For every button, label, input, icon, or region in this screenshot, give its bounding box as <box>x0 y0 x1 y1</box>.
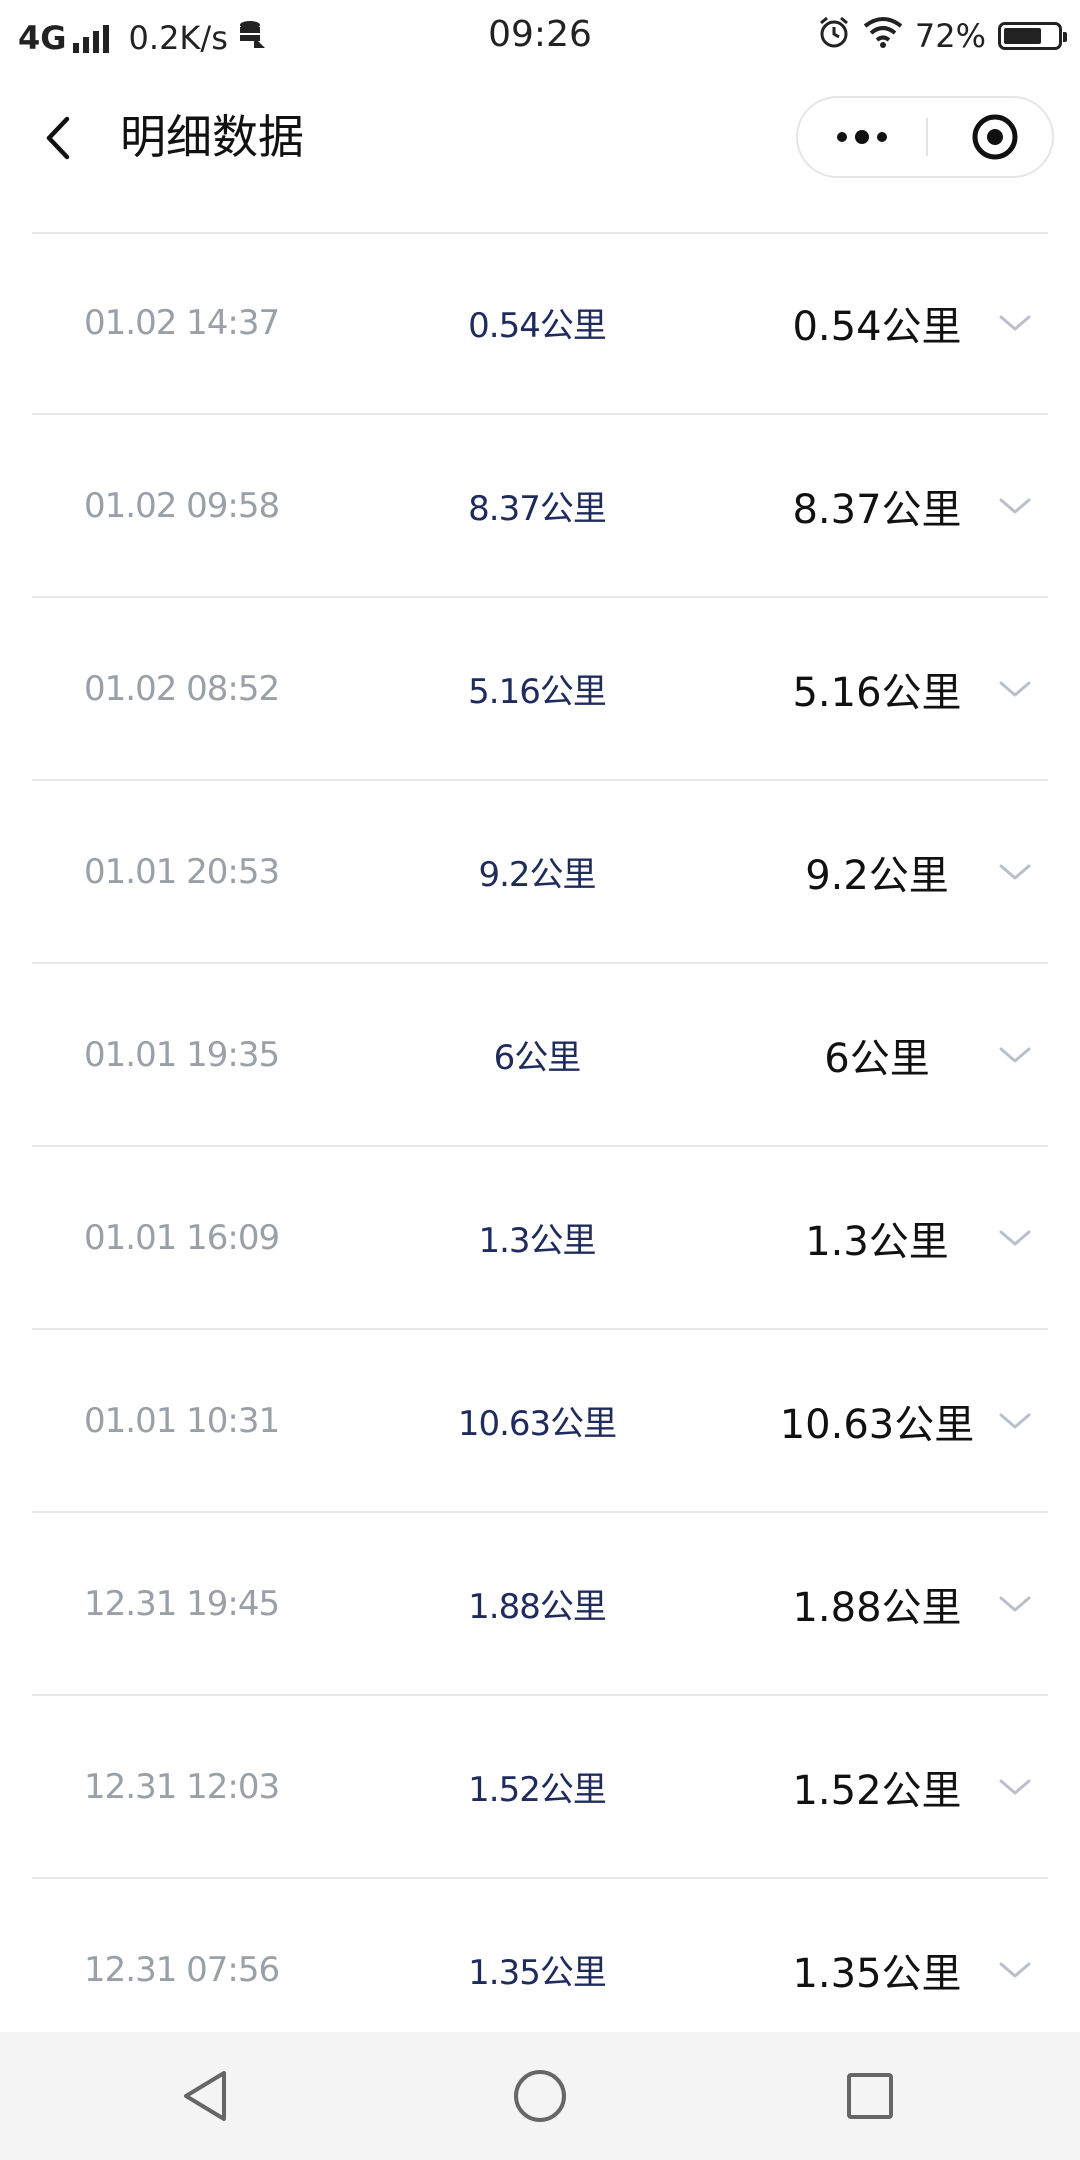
record-time: 12.31 19:45 <box>84 1583 280 1624</box>
record-distance: 1.88公里 <box>468 1587 607 1627</box>
record-distance: 1.3公里 <box>478 1221 596 1261</box>
record-distance: 9.2公里 <box>478 855 596 895</box>
status-right: 72% <box>817 14 1067 58</box>
record-time: 12.31 12:03 <box>84 1766 280 1807</box>
capsule-divider <box>926 118 928 156</box>
battery-icon <box>998 22 1067 50</box>
record-time: 01.02 09:58 <box>84 485 280 526</box>
record-row[interactable]: 01.02 09:58 8.37公里 8.37公里 <box>32 415 1048 598</box>
more-dots-icon <box>837 130 887 144</box>
system-back-button[interactable] <box>146 2032 266 2160</box>
triangle-back-icon <box>184 2071 226 2121</box>
record-row[interactable]: 01.01 20:53 9.2公里 9.2公里 <box>32 781 1048 964</box>
page-title: 明细数据 <box>120 110 304 164</box>
close-button[interactable] <box>950 98 1040 176</box>
status-bar: 4G 0.2K/s 09:26 72% <box>0 0 1080 74</box>
battery-percent: 72% <box>914 17 986 55</box>
expand-button[interactable] <box>982 1696 1048 1877</box>
chevron-down-icon <box>999 1779 1031 1794</box>
chevron-down-icon <box>999 315 1031 330</box>
expand-button[interactable] <box>982 1147 1048 1328</box>
chevron-left-icon <box>46 116 70 160</box>
mini-program-capsule <box>796 96 1054 178</box>
record-row[interactable]: 01.01 10:31 10.63公里 10.63公里 <box>32 1330 1048 1513</box>
expand-button[interactable] <box>982 415 1048 596</box>
expand-button[interactable] <box>982 232 1048 413</box>
chevron-down-icon <box>999 681 1031 696</box>
record-row[interactable]: 01.01 16:09 1.3公里 1.3公里 <box>32 1147 1048 1330</box>
system-home-button[interactable] <box>480 2032 600 2160</box>
back-button[interactable] <box>30 106 86 170</box>
chevron-down-icon <box>999 498 1031 513</box>
wifi-icon <box>863 16 915 56</box>
record-distance: 10.63公里 <box>457 1404 617 1444</box>
record-time: 01.01 20:53 <box>84 851 280 892</box>
square-recents-icon <box>847 2073 893 2119</box>
record-time: 01.01 19:35 <box>84 1034 280 1075</box>
record-time: 01.01 10:31 <box>84 1400 280 1441</box>
alarm-icon <box>817 15 863 57</box>
record-distance: 1.52公里 <box>468 1770 607 1810</box>
target-circle-icon <box>972 114 1018 160</box>
record-row[interactable]: 01.02 08:52 5.16公里 5.16公里 <box>32 598 1048 781</box>
record-distance: 6公里 <box>493 1038 582 1078</box>
nav-bar: 明细数据 <box>0 74 1080 204</box>
system-recents-button[interactable] <box>810 2032 930 2160</box>
record-distance: 8.37公里 <box>468 489 607 529</box>
chevron-down-icon <box>999 1962 1031 1977</box>
expand-button[interactable] <box>982 1330 1048 1511</box>
expand-button[interactable] <box>982 781 1048 962</box>
chevron-down-icon <box>999 1230 1031 1245</box>
record-distance: 5.16公里 <box>468 672 607 712</box>
expand-button[interactable] <box>982 598 1048 779</box>
record-distance: 0.54公里 <box>468 306 607 346</box>
system-nav-bar <box>0 2032 1080 2160</box>
chevron-down-icon <box>999 864 1031 879</box>
record-row[interactable]: 12.31 19:45 1.88公里 1.88公里 <box>32 1513 1048 1696</box>
battery-level <box>1004 28 1041 44</box>
record-row[interactable]: 01.02 14:37 0.54公里 0.54公里 <box>32 232 1048 415</box>
record-row[interactable]: 12.31 12:03 1.52公里 1.52公里 <box>32 1696 1048 1879</box>
expand-button[interactable] <box>982 1513 1048 1694</box>
record-time: 01.02 14:37 <box>84 302 280 343</box>
chevron-down-icon <box>999 1047 1031 1062</box>
chevron-down-icon <box>999 1413 1031 1428</box>
record-row[interactable]: 01.01 19:35 6公里 6公里 <box>32 964 1048 1147</box>
expand-button[interactable] <box>982 964 1048 1145</box>
chevron-down-icon <box>999 1596 1031 1611</box>
record-time: 01.02 08:52 <box>84 668 280 709</box>
record-list: 01.02 14:37 0.54公里 0.54公里 01.02 09:58 8.… <box>32 232 1048 2062</box>
record-time: 01.01 16:09 <box>84 1217 280 1258</box>
circle-home-icon <box>514 2070 566 2122</box>
more-button[interactable] <box>816 98 908 176</box>
